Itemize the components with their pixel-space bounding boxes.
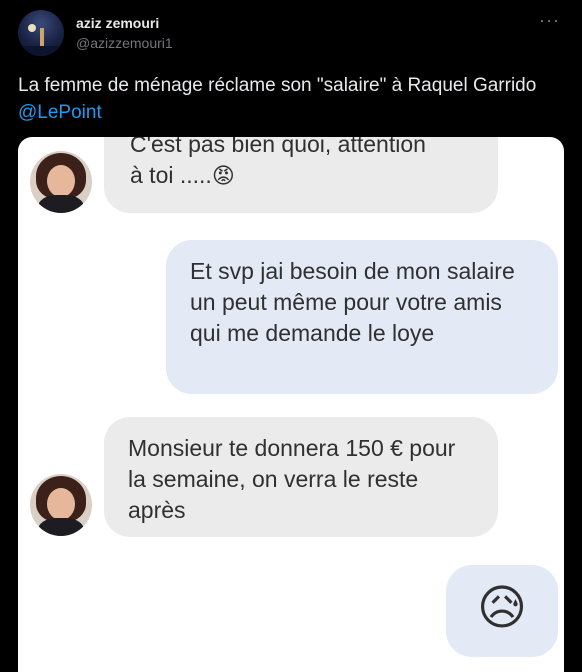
tweet-header: aziz zemouri @azizzemouri1 ··· [0, 0, 582, 70]
author-name[interactable]: aziz zemouri [76, 15, 159, 31]
tweet-body: La femme de ménage réclame son "salaire"… [18, 75, 537, 96]
more-options-icon[interactable]: ··· [539, 10, 560, 31]
tweet-text: La femme de ménage réclame son "salaire"… [18, 72, 566, 126]
author-handle[interactable]: @azizzemouri1 [76, 35, 173, 51]
body-shape [38, 518, 84, 536]
message-bubble-incoming: Monsieur te donnera 150 € pour la semain… [104, 417, 498, 537]
angry-face-icon: 😡 [211, 163, 235, 188]
contact-avatar [30, 474, 92, 536]
message-bubble-incoming: C'est pas bien quoi, attention à toi ...… [104, 137, 498, 213]
ground-shape [18, 46, 64, 56]
contact-avatar [30, 151, 92, 213]
face-shape [47, 488, 75, 520]
body-shape [38, 195, 84, 213]
message-text: Monsieur te donnera 150 € pour la semain… [128, 435, 456, 523]
moon-shape [28, 24, 36, 32]
face-shape [47, 165, 75, 197]
message-bubble-outgoing: Et svp jai besoin de mon salaire un peut… [166, 240, 558, 394]
message-bubble-outgoing: 😥 [446, 565, 558, 657]
message-text: à toi ..... [130, 162, 212, 188]
message-text: C'est pas bien quoi, attention [130, 137, 426, 157]
author-avatar[interactable] [18, 10, 64, 56]
message-text: Et svp jai besoin de mon salaire un peut… [190, 258, 515, 346]
sad-relieved-face-icon: 😥 [476, 582, 528, 635]
message-text-line2: à toi .....😡 [130, 160, 235, 191]
mention-link[interactable]: @LePoint [18, 102, 102, 123]
tweet-media-image[interactable]: C'est pas bien quoi, attention à toi ...… [18, 137, 564, 672]
